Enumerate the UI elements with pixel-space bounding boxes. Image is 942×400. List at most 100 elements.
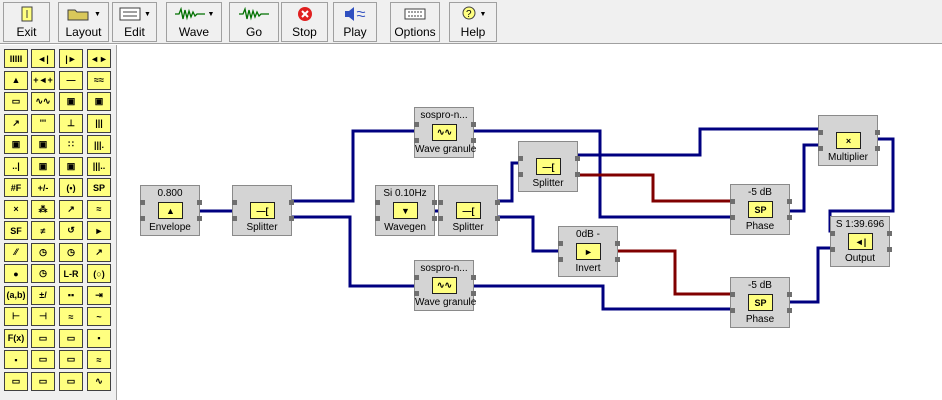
output-port[interactable]: [615, 241, 620, 246]
wave-granule-module[interactable]: sospro-n... ∿∿ Wave granule: [414, 260, 476, 311]
input-port[interactable]: [518, 172, 523, 177]
palette-module-button[interactable]: ▣: [87, 92, 111, 111]
palette-module-button[interactable]: ≈: [59, 307, 83, 326]
multiplier-module[interactable]: × Multiplier: [818, 115, 880, 166]
palette-module-button[interactable]: IIIII: [4, 49, 28, 68]
edit-button[interactable]: ▼ Edit: [112, 2, 157, 42]
invert-module[interactable]: 0dB - ► Invert: [558, 226, 620, 277]
input-port[interactable]: [730, 308, 735, 313]
palette-module-button[interactable]: ±/: [31, 285, 55, 305]
input-port[interactable]: [730, 215, 735, 220]
input-port[interactable]: [818, 130, 823, 135]
palette-module-button[interactable]: ◷: [31, 242, 55, 262]
input-port[interactable]: [232, 216, 237, 221]
phase-module[interactable]: -5 dB SP Phase: [730, 277, 792, 328]
output-port[interactable]: [289, 200, 294, 205]
palette-module-button[interactable]: ⇥: [87, 285, 111, 305]
palette-module-button[interactable]: ..|: [4, 156, 28, 176]
output-port[interactable]: [887, 247, 892, 252]
input-port[interactable]: [438, 200, 443, 205]
palette-module-button[interactable]: +◄+: [31, 70, 55, 90]
output-port[interactable]: [787, 199, 792, 204]
palette-module-button[interactable]: ▭: [31, 350, 55, 369]
palette-module-button[interactable]: #F: [4, 178, 28, 197]
output-port[interactable]: [432, 216, 437, 221]
options-button[interactable]: Options: [390, 2, 440, 42]
wire[interactable]: [474, 284, 730, 311]
output-port[interactable]: [875, 146, 880, 151]
palette-module-button[interactable]: ▭: [31, 371, 55, 391]
palette-module-button[interactable]: |||: [87, 113, 111, 133]
input-port[interactable]: [414, 122, 419, 127]
palette-module-button[interactable]: ▭: [59, 371, 83, 391]
wire[interactable]: [498, 215, 558, 253]
output-port[interactable]: [495, 200, 500, 205]
output-port[interactable]: [575, 172, 580, 177]
output-port[interactable]: [787, 292, 792, 297]
input-port[interactable]: [414, 275, 419, 280]
input-port[interactable]: [558, 241, 563, 246]
palette-module-button[interactable]: ↗: [4, 113, 28, 133]
palette-module-button[interactable]: SF: [4, 221, 28, 240]
output-port[interactable]: [197, 200, 202, 205]
palette-module-button[interactable]: ◷: [59, 242, 83, 262]
palette-module-button[interactable]: ~: [87, 307, 111, 326]
palette-module-button[interactable]: ∷: [59, 135, 83, 154]
wave-granule-module[interactable]: sospro-n... ∿∿ Wave granule: [414, 107, 476, 158]
splitter-module[interactable]: —[Splitter: [518, 141, 580, 192]
palette-module-button[interactable]: ▭: [4, 371, 28, 391]
palette-module-button[interactable]: F(x): [4, 328, 28, 348]
palette-module-button[interactable]: ↗: [87, 242, 111, 262]
input-port[interactable]: [730, 292, 735, 297]
input-port[interactable]: [232, 200, 237, 205]
output-port[interactable]: [471, 291, 476, 296]
output-port[interactable]: [615, 257, 620, 262]
palette-module-button[interactable]: ▣: [31, 135, 55, 154]
palette-module-button[interactable]: ▣: [4, 135, 28, 154]
palette-module-button[interactable]: —: [59, 70, 83, 90]
output-port[interactable]: [875, 130, 880, 135]
palette-module-button[interactable]: ►: [87, 221, 111, 240]
palette-module-button[interactable]: ▭: [4, 92, 28, 111]
input-port[interactable]: [375, 216, 380, 221]
palette-module-button[interactable]: ⊢: [4, 307, 28, 326]
envelope-module[interactable]: 0.800 ▲ Envelope: [140, 185, 202, 236]
play-button[interactable]: Play: [333, 2, 377, 42]
input-port[interactable]: [375, 200, 380, 205]
exit-button[interactable]: Exit: [3, 2, 50, 42]
palette-module-button[interactable]: |►: [59, 49, 83, 68]
input-port[interactable]: [558, 257, 563, 262]
help-button[interactable]: ? ▼ Help: [449, 2, 497, 42]
output-module[interactable]: S 1:39.696 ◄| Output: [830, 216, 892, 267]
palette-module-button[interactable]: ◄►: [87, 49, 111, 68]
input-port[interactable]: [140, 200, 145, 205]
input-port[interactable]: [438, 216, 443, 221]
palette-module-button[interactable]: ∿: [87, 371, 111, 391]
splitter-module[interactable]: —[Splitter: [438, 185, 500, 236]
phase-module[interactable]: -5 dB SP Phase: [730, 184, 792, 235]
palette-module-button[interactable]: ⁂: [31, 199, 55, 219]
splitter-module[interactable]: —[Splitter: [232, 185, 294, 236]
palette-module-button[interactable]: ⊣: [31, 307, 55, 326]
palette-module-button[interactable]: ◷: [31, 264, 55, 283]
palette-module-button[interactable]: |||..: [87, 156, 111, 176]
input-port[interactable]: [830, 231, 835, 236]
palette-module-button[interactable]: (○): [87, 264, 111, 283]
output-port[interactable]: [432, 200, 437, 205]
output-port[interactable]: [197, 216, 202, 221]
palette-module-button[interactable]: ×: [4, 199, 28, 219]
palette-module-button[interactable]: ↗: [59, 199, 83, 219]
input-port[interactable]: [414, 138, 419, 143]
palette-module-button[interactable]: ▣: [31, 156, 55, 176]
input-port[interactable]: [140, 216, 145, 221]
palette-module-button[interactable]: (•): [59, 178, 83, 197]
palette-module-button[interactable]: ▭: [59, 350, 83, 369]
palette-module-button[interactable]: ●: [4, 264, 28, 283]
output-port[interactable]: [471, 138, 476, 143]
palette-module-button[interactable]: ∿∿: [31, 92, 55, 111]
palette-module-button[interactable]: ⁄⁄: [4, 242, 28, 262]
output-port[interactable]: [575, 156, 580, 161]
palette-module-button[interactable]: ▲: [4, 70, 28, 90]
palette-module-button[interactable]: ▣: [59, 156, 83, 176]
palette-module-button[interactable]: ▣: [59, 92, 83, 111]
